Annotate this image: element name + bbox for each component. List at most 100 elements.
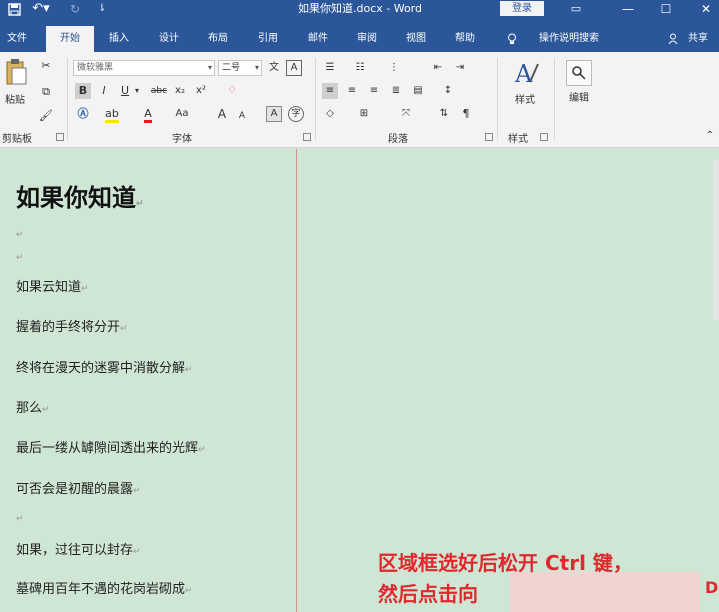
phonetic-guide-icon[interactable]: 文 xyxy=(266,60,282,76)
styles-button[interactable]: 样式 xyxy=(507,92,543,110)
cut-icon[interactable]: ✂ xyxy=(38,58,54,74)
character-shading-icon[interactable]: A xyxy=(266,106,282,122)
font-name-value: 微软雅黑 xyxy=(77,63,114,73)
tab-help[interactable]: 帮助 xyxy=(450,26,480,52)
separator xyxy=(67,58,68,140)
paste-button[interactable]: 粘贴 xyxy=(0,92,30,110)
vertical-scrollbar[interactable] xyxy=(713,160,719,320)
document-line: 那么↵ xyxy=(16,400,50,415)
chinese-layout-icon[interactable]: ⤧ xyxy=(398,106,414,122)
line-spacing-icon[interactable]: ↕ xyxy=(440,83,456,99)
ribbon-tabs: 文件 开始 插入 设计 布局 引用 邮件 审阅 视图 帮助 操作说明搜索 共享 xyxy=(0,18,719,52)
svg-text:A: A xyxy=(514,60,533,88)
empty-paragraph: ↵ xyxy=(16,252,24,262)
instruction-caption: 区域框选好后松开 Ctrl 键， 然后点击向 xyxy=(378,548,633,610)
font-name-box[interactable]: 微软雅黑 ▾ xyxy=(73,60,215,76)
caption-line-1: 区域框选好后松开 Ctrl 键， xyxy=(378,551,633,575)
align-left-icon[interactable]: ≡ xyxy=(322,83,338,99)
document-line: 墓碑用百年不遇的花岗岩砌成↵ xyxy=(16,581,193,596)
bullets-icon[interactable]: ☰ xyxy=(322,60,338,76)
separator xyxy=(315,58,316,140)
redo-icon[interactable]: ↻ xyxy=(68,0,82,18)
chevron-down-icon: ▾ xyxy=(254,63,259,72)
sort-icon[interactable]: ⇅ xyxy=(436,106,452,122)
tell-me-search[interactable]: 操作说明搜索 xyxy=(530,26,608,52)
save-icon[interactable] xyxy=(6,0,22,18)
enclose-characters-icon[interactable]: 字 xyxy=(288,106,304,122)
document-heading: 如果你知道↵ xyxy=(16,185,144,212)
editing-button[interactable]: 编辑 xyxy=(562,90,596,108)
text-effects-icon[interactable]: Ⓐ xyxy=(75,106,91,122)
separator xyxy=(497,58,498,140)
grow-font-button[interactable]: A xyxy=(214,106,230,122)
increase-indent-icon[interactable]: ⇥ xyxy=(452,60,468,76)
show-marks-icon[interactable]: ¶ xyxy=(458,106,474,122)
ribbon-display-options-icon[interactable]: ▭ xyxy=(566,0,586,18)
title-bar: ↶▾ ↻ ⇂ 如果你知道.docx - Word 登录 ▭ — ☐ ✕ xyxy=(0,0,719,18)
underline-button[interactable]: U xyxy=(117,83,133,99)
distributed-icon[interactable]: ▤ xyxy=(410,83,426,99)
share-person-icon[interactable] xyxy=(666,26,680,52)
paste-clipboard-icon[interactable] xyxy=(2,58,30,90)
tab-design[interactable]: 设计 xyxy=(154,26,184,52)
editing-search-icon[interactable] xyxy=(566,60,592,86)
italic-button[interactable]: I xyxy=(96,83,112,99)
change-case-button[interactable]: Aa xyxy=(170,106,194,122)
decrease-indent-icon[interactable]: ⇤ xyxy=(430,60,446,76)
character-border-icon[interactable]: A xyxy=(286,60,302,76)
maximize-icon[interactable]: ☐ xyxy=(656,0,676,18)
highlight-icon[interactable]: ab xyxy=(104,106,120,123)
subscript-button[interactable]: x₂ xyxy=(172,83,188,99)
format-painter-icon[interactable]: 🖌 xyxy=(38,108,54,124)
clear-formatting-icon[interactable]: ♢ xyxy=(224,82,240,98)
align-right-icon[interactable]: ≡ xyxy=(366,83,382,99)
window-title: 如果你知道.docx - Word xyxy=(297,2,422,15)
tab-insert[interactable]: 插入 xyxy=(104,26,134,52)
paragraph-launcher-icon[interactable] xyxy=(485,133,493,141)
styles-icon[interactable]: A xyxy=(507,58,543,92)
tab-layout[interactable]: 布局 xyxy=(203,26,233,52)
tab-references[interactable]: 引用 xyxy=(253,26,283,52)
undo-icon[interactable]: ↶▾ xyxy=(30,0,52,18)
justify-icon[interactable]: ≣ xyxy=(388,83,404,99)
strikethrough-button[interactable]: abc xyxy=(148,83,170,99)
shrink-font-button[interactable]: A xyxy=(234,108,250,124)
font-color-icon[interactable]: A xyxy=(140,106,156,123)
tab-home[interactable]: 开始 xyxy=(46,26,94,52)
chevron-down-icon[interactable]: ▾ xyxy=(132,83,142,99)
align-center-icon[interactable]: ≡ xyxy=(344,83,360,99)
caption-tail: D xyxy=(705,578,719,597)
clipboard-group-label: 剪贴板 xyxy=(2,134,32,145)
numbering-icon[interactable]: ☷ xyxy=(352,60,368,76)
superscript-button[interactable]: x² xyxy=(193,83,209,99)
copy-icon[interactable]: ⧉ xyxy=(38,84,54,100)
share-button[interactable]: 共享 xyxy=(683,26,713,52)
tab-file[interactable]: 文件 xyxy=(2,26,32,52)
paragraph-group-label: 段落 xyxy=(388,134,408,145)
styles-group-label: 样式 xyxy=(508,134,528,145)
tab-mailings[interactable]: 邮件 xyxy=(303,26,333,52)
document-line: 可否会是初醒的晨露↵ xyxy=(16,481,141,496)
font-size-box[interactable]: 二号 ▾ xyxy=(218,60,262,76)
minimize-icon[interactable]: — xyxy=(618,0,638,18)
close-icon[interactable]: ✕ xyxy=(696,0,716,18)
styles-launcher-icon[interactable] xyxy=(540,133,548,141)
customize-quick-access-icon[interactable]: ⇂ xyxy=(96,0,108,18)
chevron-down-icon: ▾ xyxy=(207,63,212,72)
document-page[interactable]: 如果你知道↵ ↵ ↵ 如果云知道↵ 握着的手终将分开↵ 终将在漫天的迷雾中消散分… xyxy=(0,149,297,612)
tab-view[interactable]: 视图 xyxy=(401,26,431,52)
home-ribbon: 粘贴 ✂ ⧉ 🖌 剪贴板 微软雅黑 ▾ 二号 ▾ 文 A B I U ▾ abc x… xyxy=(0,52,719,148)
empty-paragraph: ↵ xyxy=(16,513,24,523)
bold-button[interactable]: B xyxy=(75,83,91,99)
clipboard-launcher-icon[interactable] xyxy=(56,133,64,141)
tab-review[interactable]: 审阅 xyxy=(352,26,382,52)
font-launcher-icon[interactable] xyxy=(303,133,311,141)
word-window: { "window": { "title": "如果你知道.docx - Wor… xyxy=(0,0,719,612)
collapse-ribbon-icon[interactable]: ⌃ xyxy=(702,128,718,144)
caption-line-2: 然后点击向 xyxy=(378,582,478,606)
login-button[interactable]: 登录 xyxy=(500,1,544,16)
shading-icon[interactable]: ◇ xyxy=(322,106,338,122)
document-line: 如果，过往可以封存↵ xyxy=(16,542,141,557)
multilevel-list-icon[interactable]: ⋮ xyxy=(386,60,402,76)
borders-icon[interactable]: ⊞ xyxy=(356,106,372,122)
